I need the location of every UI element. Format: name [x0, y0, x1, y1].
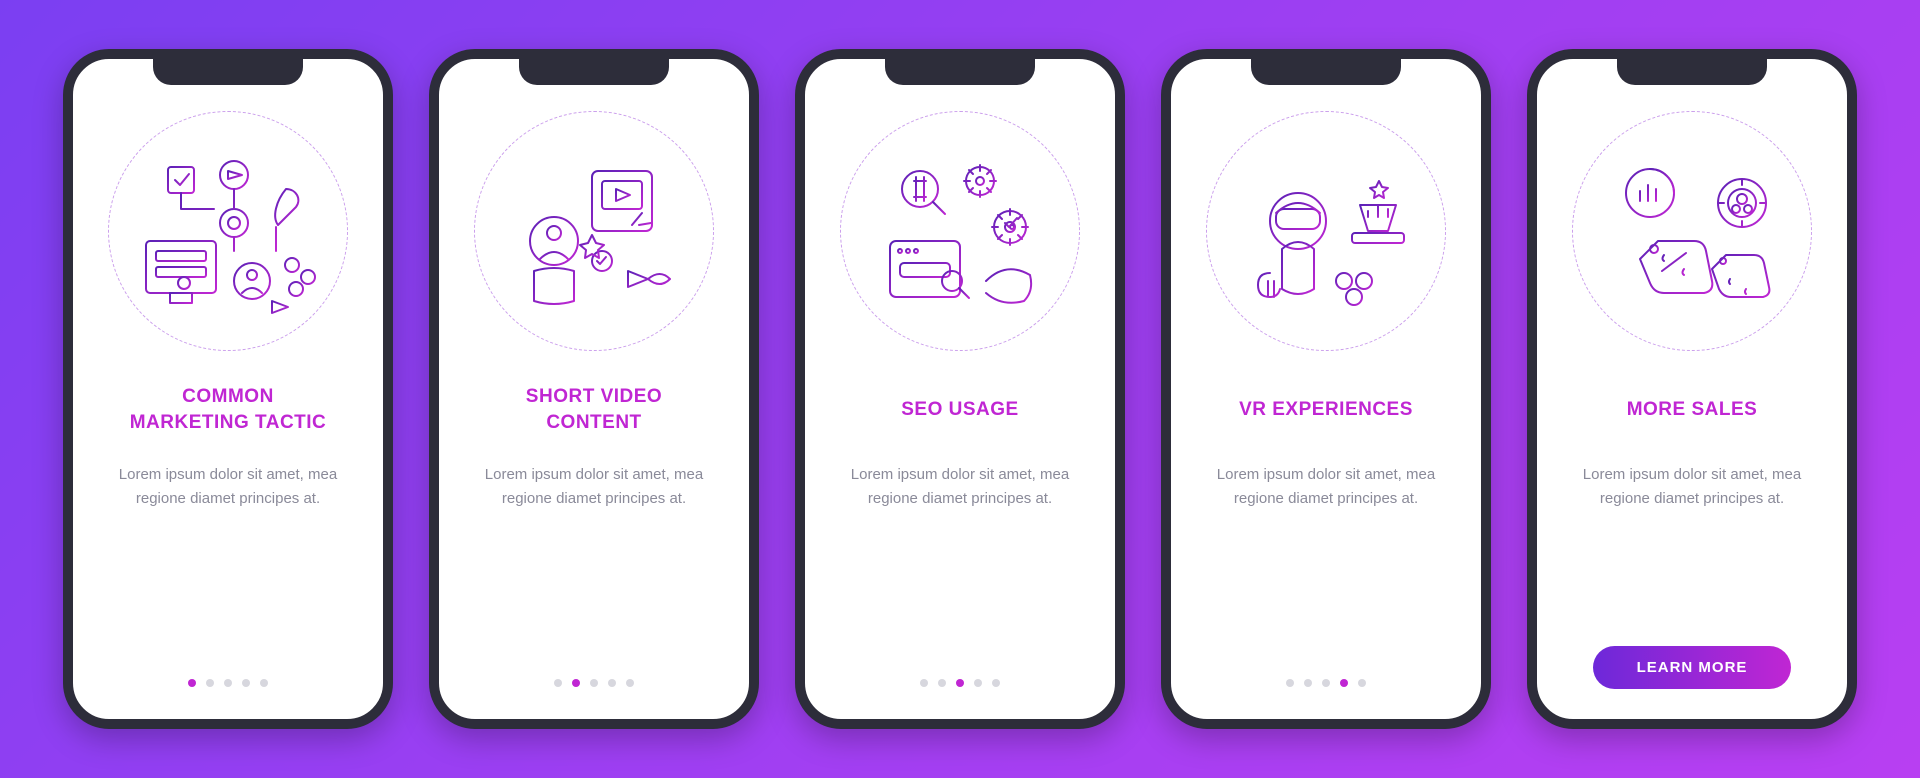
phone-notch [1617, 57, 1767, 85]
pager-dot[interactable] [1340, 679, 1348, 687]
pager-dots [188, 679, 268, 687]
pager-dot[interactable] [224, 679, 232, 687]
short-video-icon [474, 111, 714, 351]
phone-notch [519, 57, 669, 85]
phone-notch [153, 57, 303, 85]
screen-title: MORE SALES [1627, 383, 1758, 437]
pager-dot[interactable] [572, 679, 580, 687]
pager-dot[interactable] [1304, 679, 1312, 687]
pager-dot[interactable] [626, 679, 634, 687]
screen-title: VR EXPERIENCES [1239, 383, 1413, 437]
screen-description: Lorem ipsum dolor sit amet, mea regione … [835, 463, 1085, 511]
pager-dots [920, 679, 1000, 687]
onboarding-screen-2: SHORT VIDEOCONTENT Lorem ipsum dolor sit… [429, 49, 759, 729]
onboarding-screen-4: VR EXPERIENCES Lorem ipsum dolor sit ame… [1161, 49, 1491, 729]
pager-dots [1286, 679, 1366, 687]
pager-dot[interactable] [260, 679, 268, 687]
pager-dot[interactable] [590, 679, 598, 687]
screen-title: SEO USAGE [901, 383, 1018, 437]
pager-dot[interactable] [242, 679, 250, 687]
vr-experiences-icon [1206, 111, 1446, 351]
learn-more-button[interactable]: LEARN MORE [1593, 646, 1792, 689]
screen-description: Lorem ipsum dolor sit amet, mea regione … [1567, 463, 1817, 511]
pager-dot[interactable] [554, 679, 562, 687]
seo-usage-icon [840, 111, 1080, 351]
phone-notch [885, 57, 1035, 85]
phone-notch [1251, 57, 1401, 85]
pager-dot[interactable] [938, 679, 946, 687]
screen-description: Lorem ipsum dolor sit amet, mea regione … [1201, 463, 1451, 511]
pager-dot[interactable] [974, 679, 982, 687]
pager-dot[interactable] [1322, 679, 1330, 687]
screen-title: COMMONMARKETING TACTIC [130, 383, 327, 437]
more-sales-icon [1572, 111, 1812, 351]
screen-description: Lorem ipsum dolor sit amet, mea regione … [469, 463, 719, 511]
pager-dot[interactable] [920, 679, 928, 687]
onboarding-screen-3: SEO USAGE Lorem ipsum dolor sit amet, me… [795, 49, 1125, 729]
screen-title: SHORT VIDEOCONTENT [526, 383, 662, 437]
marketing-tactic-icon [108, 111, 348, 351]
pager-dot[interactable] [206, 679, 214, 687]
pager-dot[interactable] [608, 679, 616, 687]
onboarding-screen-1: COMMONMARKETING TACTIC Lorem ipsum dolor… [63, 49, 393, 729]
pager-dots [554, 679, 634, 687]
pager-dot[interactable] [188, 679, 196, 687]
onboarding-screen-5: MORE SALES Lorem ipsum dolor sit amet, m… [1527, 49, 1857, 729]
screen-description: Lorem ipsum dolor sit amet, mea regione … [103, 463, 353, 511]
pager-dot[interactable] [1286, 679, 1294, 687]
pager-dot[interactable] [992, 679, 1000, 687]
pager-dot[interactable] [1358, 679, 1366, 687]
pager-dot[interactable] [956, 679, 964, 687]
